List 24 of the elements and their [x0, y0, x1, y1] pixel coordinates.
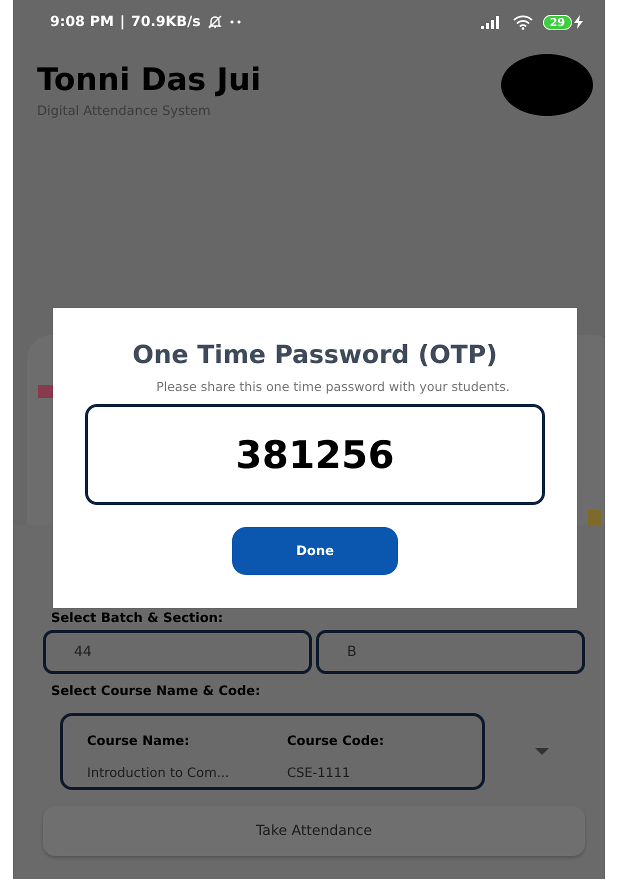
course-code: CSE-1111	[287, 766, 352, 782]
charging-bolt-icon	[574, 15, 583, 29]
section-field[interactable]: B	[316, 630, 585, 674]
wifi-icon	[512, 14, 533, 30]
done-button[interactable]: Done	[232, 527, 398, 575]
dialog-title: One Time Password (OTP)	[132, 340, 498, 369]
status-divider: |	[120, 14, 126, 30]
dropdown-caret-icon[interactable]	[535, 748, 549, 755]
batch-field[interactable]: 44	[43, 630, 312, 674]
course-name-label: Course Name:	[87, 734, 190, 751]
batch-label: Select Batch & Section:	[51, 611, 224, 626]
course-name: Introduction to Com...	[87, 766, 230, 782]
muted-bell-icon	[206, 14, 223, 30]
take-attendance-button[interactable]: Take Attendance	[43, 806, 585, 856]
course-dropdown[interactable]: Course Name: Course Code: Introduction to Com... CSE-1111	[60, 713, 485, 790]
course-code-label: Course Code:	[287, 734, 386, 751]
status-time: 9:08 PM	[50, 14, 114, 30]
course-label: Select Course Name & Code:	[51, 684, 262, 699]
network-speed: 70.9KB/s	[131, 14, 201, 30]
more-dots-icon	[228, 19, 243, 25]
dialog-message: Please share this one time password with your students.	[156, 379, 510, 394]
otp-code: 381256	[85, 404, 545, 505]
battery-level: 29	[542, 14, 572, 30]
user-name: Tonni Das Jui	[37, 62, 262, 98]
